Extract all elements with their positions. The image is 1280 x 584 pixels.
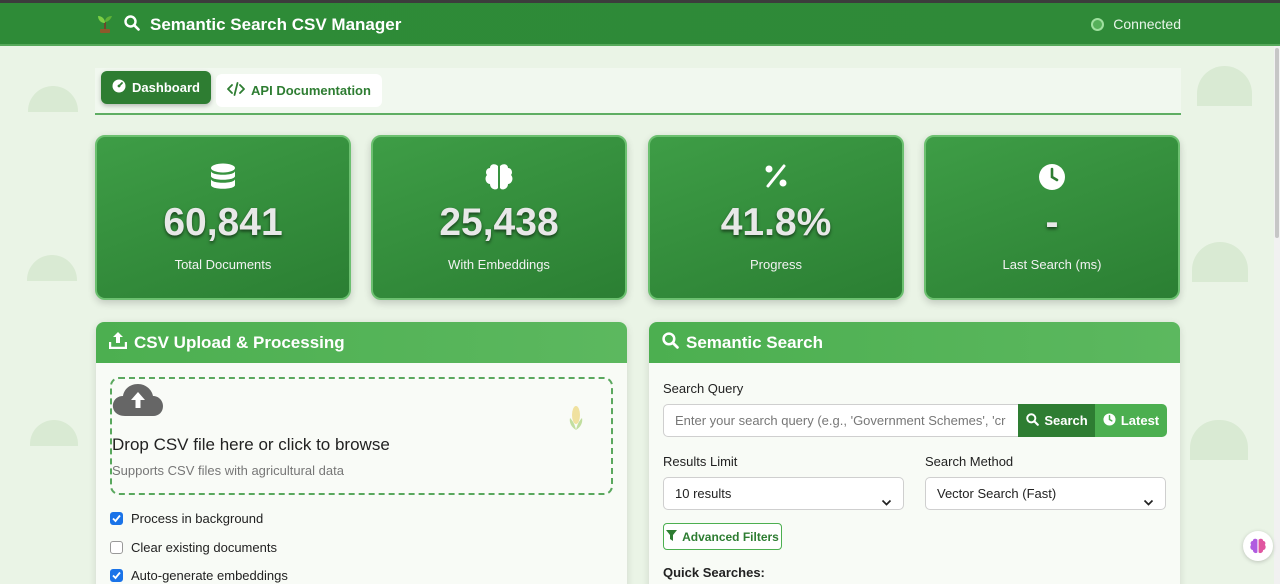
panel-title: CSV Upload & Processing	[134, 332, 345, 352]
percent-icon	[650, 163, 902, 189]
dropzone-subtitle: Supports CSV files with agricultural dat…	[112, 463, 344, 478]
stat-value: -	[1045, 201, 1059, 244]
select-value: 10 results	[675, 486, 732, 501]
background-leaf	[30, 420, 78, 446]
cloud-upload-icon	[112, 383, 164, 422]
checkbox-unchecked[interactable]	[110, 541, 123, 554]
stat-card-progress: 41.8% Progress	[648, 135, 904, 300]
button-label: Advanced Filters	[682, 529, 779, 544]
tab-api-documentation[interactable]: API Documentation	[216, 74, 382, 107]
stat-label: With Embeddings	[448, 257, 550, 272]
filter-icon	[666, 529, 678, 544]
advanced-filters-button[interactable]: Advanced Filters	[663, 523, 782, 550]
tab-label: API Documentation	[251, 83, 371, 98]
checkbox-checked[interactable]	[110, 512, 123, 525]
button-label: Search	[1044, 413, 1088, 428]
upload-icon	[108, 331, 128, 354]
clock-icon	[1103, 412, 1116, 429]
stat-card-with-embeddings: 25,438 With Embeddings	[371, 135, 627, 300]
search-input[interactable]: Enter your search query (e.g., 'Governme…	[663, 404, 1019, 437]
status-dot-icon	[1091, 17, 1105, 31]
panel-header: CSV Upload & Processing	[96, 322, 627, 363]
csv-upload-panel: CSV Upload & Processing Drop CSV file he…	[96, 322, 627, 584]
option-auto-embeddings[interactable]: Auto-generate embeddings	[110, 568, 288, 583]
background-leaf	[27, 255, 77, 281]
option-process-background[interactable]: Process in background	[110, 511, 263, 526]
stat-value: 25,438	[439, 201, 559, 244]
stat-card-last-search: - Last Search (ms)	[924, 135, 1180, 300]
main-tabs: Dashboard API Documentation	[95, 68, 1181, 115]
top-navbar: Semantic Search CSV Manager Connected	[0, 3, 1280, 46]
background-leaf	[1192, 242, 1248, 282]
search-query-label: Search Query	[663, 381, 744, 396]
tab-label: Dashboard	[132, 80, 200, 95]
results-limit-select[interactable]: 10 results	[663, 477, 904, 510]
search-icon	[124, 14, 140, 36]
checkbox-checked[interactable]	[110, 569, 123, 582]
corn-icon	[567, 405, 585, 436]
panel-title: Semantic Search	[686, 332, 824, 352]
stat-card-total-documents: 60,841 Total Documents	[95, 135, 351, 300]
assistant-brain-icon[interactable]	[1243, 531, 1273, 561]
button-label: Latest	[1120, 413, 1160, 428]
connection-status: Connected	[1091, 16, 1181, 32]
database-icon	[97, 163, 349, 191]
option-clear-documents[interactable]: Clear existing documents	[110, 540, 277, 555]
stat-label: Progress	[749, 257, 803, 272]
csv-dropzone[interactable]: Drop CSV file here or click to browse Su…	[110, 377, 613, 495]
stat-label: Last Search (ms)	[1002, 257, 1102, 272]
app-title: Semantic Search CSV Manager	[150, 15, 402, 34]
chevron-down-icon	[1143, 488, 1154, 519]
search-method-label: Search Method	[925, 454, 1014, 469]
brain-icon	[373, 163, 625, 191]
semantic-search-panel: Semantic Search Search Query Enter your …	[649, 322, 1180, 584]
select-value: Vector Search (Fast)	[937, 486, 1057, 501]
quick-searches-label: Quick Searches:	[663, 565, 765, 580]
brand[interactable]: Semantic Search CSV Manager	[96, 13, 401, 37]
stat-value: 60,841	[163, 201, 283, 244]
background-leaf	[1190, 420, 1248, 460]
search-method-select[interactable]: Vector Search (Fast)	[925, 477, 1166, 510]
scrollbar-thumb[interactable]	[1275, 48, 1279, 238]
stat-label: Total Documents	[174, 257, 272, 272]
tab-dashboard[interactable]: Dashboard	[101, 71, 211, 104]
gauge-icon	[112, 79, 126, 96]
option-label: Auto-generate embeddings	[131, 568, 288, 583]
search-icon	[662, 331, 679, 354]
stat-value: 41.8%	[720, 201, 832, 244]
code-icon	[227, 82, 245, 99]
status-label: Connected	[1113, 16, 1181, 32]
option-label: Clear existing documents	[131, 540, 277, 555]
search-icon	[1026, 412, 1040, 429]
results-limit-label: Results Limit	[663, 454, 738, 469]
search-button[interactable]: Search	[1018, 404, 1096, 437]
option-label: Process in background	[131, 511, 264, 526]
latest-button[interactable]: Latest	[1095, 404, 1167, 437]
background-leaf	[1197, 66, 1252, 106]
clock-icon	[926, 163, 1178, 191]
seedling-icon	[96, 13, 114, 38]
dropzone-title: Drop CSV file here or click to browse	[112, 435, 390, 454]
panel-header: Semantic Search	[649, 322, 1180, 363]
chevron-down-icon	[881, 488, 892, 519]
background-leaf	[28, 86, 78, 112]
